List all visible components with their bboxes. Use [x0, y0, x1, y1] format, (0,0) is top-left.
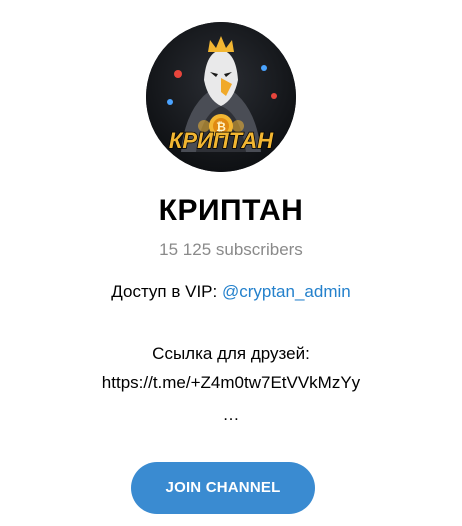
eagle-logo-icon: ₿ КРИПТАН	[146, 22, 296, 172]
friends-link-label: Ссылка для друзей:	[152, 344, 310, 363]
channel-avatar: ₿ КРИПТАН	[146, 22, 296, 172]
description-ellipsis: …	[222, 405, 240, 424]
channel-preview: ₿ КРИПТАН КРИПТАН 15 125 subscribers Дос…	[0, 0, 462, 526]
vip-label: Доступ в VIP:	[111, 282, 222, 301]
vip-admin-link[interactable]: @cryptan_admin	[222, 282, 351, 301]
vip-line: Доступ в VIP: @cryptan_admin	[0, 280, 462, 304]
subscriber-count: 15 125 subscribers	[159, 240, 303, 259]
channel-title: КРИПТАН	[158, 194, 304, 227]
join-channel-button[interactable]: JOIN CHANNEL	[131, 462, 315, 514]
friends-invite-link: https://t.me/+Z4m0tw7EtVVkMzYy	[101, 373, 361, 392]
avatar-logo-text: КРИПТАН	[169, 128, 274, 153]
